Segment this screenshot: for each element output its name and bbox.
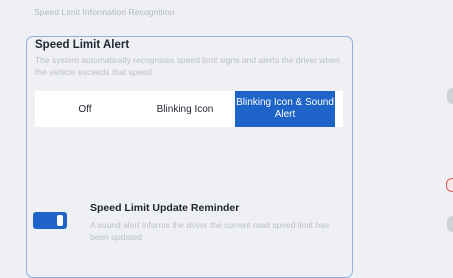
speed-limit-update-reminder-title: Speed Limit Update Reminder (90, 202, 240, 214)
side-edge-icon[interactable] (447, 216, 453, 232)
toggle-knob (57, 215, 63, 226)
speed-limit-alert-description: The system automatically recognises spee… (35, 55, 340, 77)
alert-option-blinking-icon[interactable]: Blinking Icon (135, 91, 235, 127)
side-edge-icon[interactable] (447, 88, 453, 104)
alert-mode-segmented-control: Off Blinking Icon Blinking Icon & Sound … (35, 91, 343, 127)
speed-limit-update-reminder-toggle[interactable] (33, 212, 67, 229)
speed-limit-alert-panel: Speed Limit Alert The system automatical… (26, 36, 353, 278)
side-warning-icon[interactable] (446, 178, 453, 192)
alert-option-off[interactable]: Off (35, 91, 135, 127)
speed-limit-update-reminder-description: A sound alert informs the driver the cur… (90, 220, 330, 242)
alert-option-blinking-icon-sound[interactable]: Blinking Icon & Sound Alert (235, 91, 335, 127)
speed-limit-alert-title: Speed Limit Alert (35, 39, 130, 51)
section-header: Speed Limit Information Recognition (34, 7, 175, 17)
